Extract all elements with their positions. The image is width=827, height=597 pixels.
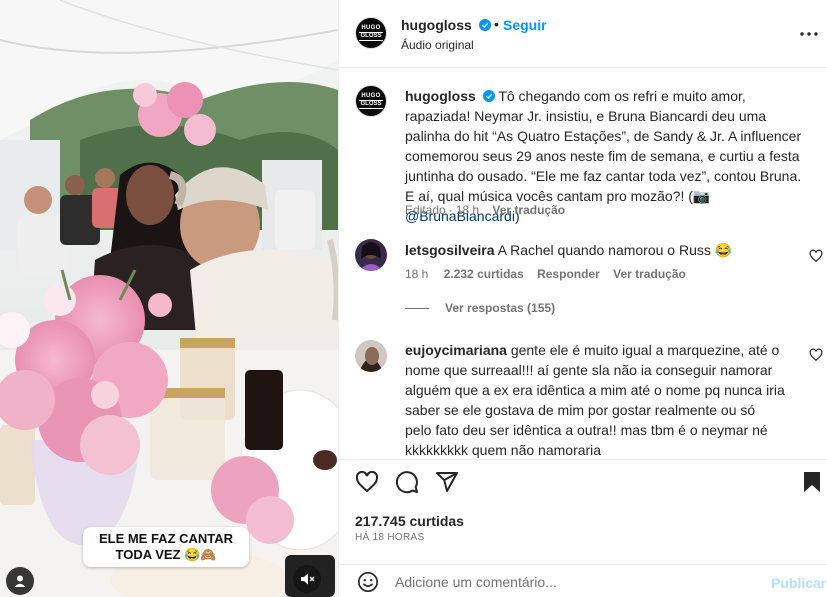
caption-meta: Editado · 18 h Ver tradução (405, 203, 575, 217)
comment-like-heart-icon[interactable] (809, 249, 823, 263)
caption-text: Tô chegando com os refri e muito amor, r… (405, 88, 802, 204)
verified-badge-icon (478, 19, 491, 31)
logo-text-bottom: GLOSS (359, 100, 383, 109)
post-actions: 217.745 curtidas HÁ 18 HORAS (339, 459, 827, 563)
comment-text: A Rachel quando namorou o Russ 😂 (497, 242, 733, 258)
comment-username[interactable]: eujoycimariana (405, 342, 507, 358)
avatar-image (355, 340, 387, 372)
publish-button[interactable]: Publicar (771, 575, 826, 591)
view-replies-label[interactable]: Ver respostas (155) (445, 301, 555, 315)
comment-meta: 18 h 2.232 curtidas Responder Ver traduç… (405, 267, 696, 281)
mute-toggle-button[interactable] (293, 565, 321, 593)
avatar-image (355, 239, 387, 271)
caption-username[interactable]: hugogloss (405, 88, 476, 104)
post-video[interactable]: ELE ME FAZ CANTAR TODA VEZ 😂🙈 (0, 0, 338, 597)
verified-badge-icon (482, 90, 495, 102)
user-tag-icon (14, 575, 26, 587)
logo-text-top: HUGO (361, 25, 381, 31)
more-horizontal-icon (800, 32, 818, 36)
header-separator: • (494, 16, 499, 32)
post-header: HUGO GLOSS hugogloss • Seguir Áudio orig… (339, 0, 827, 68)
more-options-button[interactable] (797, 22, 821, 46)
likes-count[interactable]: 217.745 curtidas (355, 513, 464, 529)
comment-username[interactable]: letsgosilveira (405, 242, 495, 258)
replies-divider-line (405, 307, 429, 309)
post-timestamp[interactable]: HÁ 18 HORAS (355, 532, 424, 543)
comment-body: eujoycimariana gente ele é muito igual a… (405, 340, 785, 459)
comment-reply-button[interactable]: Responder (537, 267, 600, 281)
commenter-avatar[interactable] (355, 340, 387, 372)
comment-like-heart-icon[interactable] (809, 348, 823, 362)
post-details-panel: HUGO GLOSS hugogloss • Seguir Áudio orig… (338, 0, 827, 597)
author-avatar[interactable]: HUGO GLOSS (355, 17, 387, 49)
comment-body: letsgosilveira A Rachel quando namorou o… (405, 240, 785, 260)
comment-time[interactable]: 18 h (405, 267, 428, 281)
comment-input[interactable] (395, 571, 755, 593)
caption-time[interactable]: 18 h (456, 203, 479, 217)
speaker-muted-icon (301, 573, 315, 585)
emoji-icon[interactable] (357, 571, 379, 593)
comments-list[interactable]: HUGO GLOSS hugogloss Tô chegando com os … (339, 69, 827, 459)
comment-icon[interactable] (395, 470, 419, 494)
caption-time-sep: · (448, 203, 453, 217)
caption-edited-label: Editado (405, 203, 446, 217)
logo-text-bottom: GLOSS (359, 32, 383, 41)
author-username[interactable]: hugogloss (401, 17, 491, 33)
caption-see-translation[interactable]: Ver tradução (492, 203, 565, 217)
video-caption-overlay: ELE ME FAZ CANTAR TODA VEZ 😂🙈 (83, 527, 249, 567)
follow-button[interactable]: Seguir (503, 17, 547, 33)
share-icon[interactable] (435, 470, 459, 494)
comment-likes-count[interactable]: 2.232 curtidas (444, 267, 524, 281)
user-tag-button[interactable] (6, 567, 34, 595)
heart-icon[interactable] (355, 470, 379, 494)
video-frame (0, 0, 338, 597)
comment-text: gente ele é muito igual a marquezine, at… (405, 342, 785, 458)
bookmark-icon[interactable] (800, 470, 824, 494)
view-replies-button[interactable]: Ver respostas (155) (405, 301, 555, 315)
author-username-text[interactable]: hugogloss (401, 17, 472, 33)
caption-author-avatar[interactable]: HUGO GLOSS (355, 85, 387, 117)
commenter-avatar[interactable] (355, 239, 387, 271)
logo-text-top: HUGO (361, 93, 381, 99)
audio-label[interactable]: Áudio original (401, 38, 474, 52)
comment-see-translation[interactable]: Ver tradução (613, 267, 686, 281)
add-comment-bar: Publicar (339, 564, 827, 597)
